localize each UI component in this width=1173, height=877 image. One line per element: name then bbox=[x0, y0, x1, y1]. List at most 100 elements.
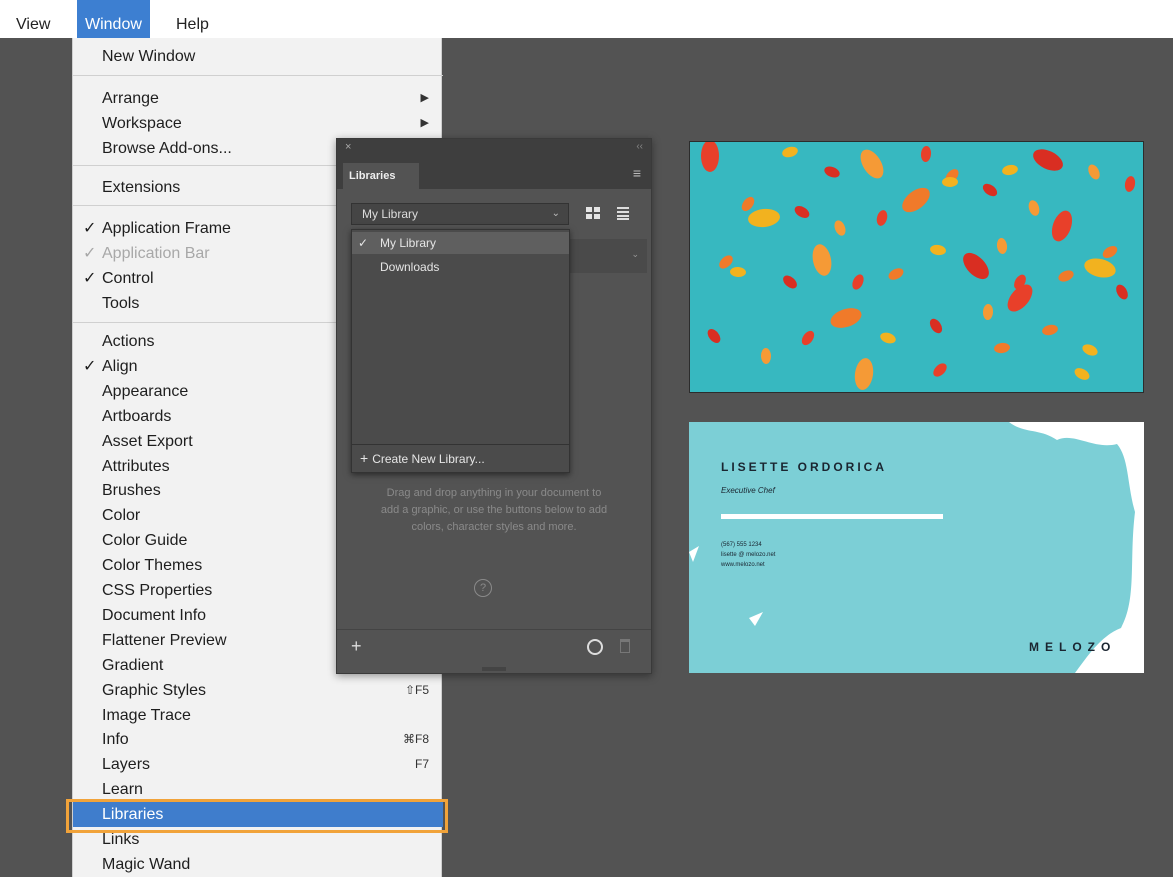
menu-item-layers[interactable]: Layers F7 bbox=[73, 752, 443, 777]
dropdown-separator bbox=[352, 444, 569, 445]
menu-item-label: Actions bbox=[102, 333, 155, 350]
menu-item-workspace[interactable]: Workspace ▶ bbox=[73, 111, 443, 136]
pepper-shape bbox=[982, 183, 998, 197]
help-icon[interactable]: ? bbox=[474, 579, 492, 597]
pepper-shape bbox=[963, 252, 989, 280]
pepper-shape bbox=[1074, 368, 1090, 380]
pepper-shape bbox=[748, 208, 780, 228]
menu-item-label: Color Guide bbox=[102, 532, 188, 550]
pepper-shape bbox=[888, 268, 904, 280]
pepper-shape bbox=[730, 266, 746, 278]
pepper-shape bbox=[1033, 149, 1063, 171]
close-icon[interactable]: × bbox=[345, 141, 351, 153]
pepper-shape bbox=[996, 238, 1008, 254]
menu-item-label: Gradient bbox=[102, 656, 164, 674]
menu-item-label: Artboards bbox=[102, 407, 172, 425]
add-content-button[interactable]: + bbox=[351, 636, 362, 657]
pepper-shape bbox=[880, 332, 896, 344]
collapse-icon[interactable]: ‹‹ bbox=[636, 141, 643, 152]
pepper-shape bbox=[933, 363, 947, 377]
menu-item-label: Color Themes bbox=[102, 557, 203, 575]
panel-menu-icon[interactable]: ≡ bbox=[633, 165, 641, 181]
pepper-shape bbox=[760, 348, 772, 364]
menu-item-label: Appearance bbox=[102, 382, 189, 400]
library-select-value: My Library bbox=[362, 207, 419, 221]
menu-item-label: Control bbox=[102, 270, 154, 287]
checkmark-icon: ✓ bbox=[358, 236, 369, 250]
pepper-shape bbox=[852, 274, 864, 290]
library-option-label: My Library bbox=[380, 236, 437, 250]
menu-item-shortcut: ⌘F8 bbox=[402, 732, 429, 747]
pepper-shape bbox=[994, 342, 1010, 354]
menu-window[interactable]: Window bbox=[77, 0, 150, 38]
create-new-library-button[interactable]: + Create New Library... bbox=[360, 448, 485, 469]
menu-item-label: Align bbox=[102, 357, 138, 375]
pepper-shape bbox=[707, 329, 721, 343]
card-divider bbox=[721, 514, 943, 519]
library-option-my-library[interactable]: ✓ My Library bbox=[352, 232, 569, 254]
creative-cloud-icon[interactable] bbox=[587, 639, 603, 655]
card-phone: (567) 555 1234 bbox=[721, 542, 762, 548]
menu-item-image-trace[interactable]: Image Trace bbox=[73, 703, 443, 728]
menu-item-label: Flattener Preview bbox=[102, 631, 227, 649]
menu-item-label: Tools bbox=[102, 295, 140, 312]
pepper-shape bbox=[1088, 164, 1100, 180]
tab-libraries[interactable]: Libraries bbox=[343, 163, 419, 189]
menu-item-magic-wand[interactable]: Magic Wand bbox=[73, 852, 443, 877]
menu-item-label: Application Frame bbox=[102, 220, 231, 237]
menu-item-label: Color bbox=[102, 507, 141, 525]
menu-item-label: Magic Wand bbox=[102, 855, 191, 873]
library-dropdown: ✓ My Library Downloads + Create New Libra… bbox=[351, 229, 570, 473]
card-role: Executive Chef bbox=[721, 486, 775, 495]
pepper-shape bbox=[782, 146, 798, 158]
pepper-shape bbox=[812, 244, 832, 276]
chevron-down-icon: ⌄ bbox=[631, 249, 639, 259]
pepper-shape bbox=[1002, 164, 1018, 176]
menu-item-label: Document Info bbox=[102, 606, 207, 624]
resize-grip[interactable] bbox=[482, 667, 506, 671]
menu-item-label: Application Bar bbox=[102, 245, 210, 262]
pepper-shape bbox=[1051, 210, 1073, 242]
pepper-shape bbox=[830, 308, 862, 328]
menu-item-label: Asset Export bbox=[102, 432, 193, 450]
pepper-shape bbox=[794, 206, 810, 218]
card-name: LISETTE ORDORICA bbox=[721, 460, 888, 474]
panel-title-bar[interactable]: × ‹‹ bbox=[337, 139, 651, 159]
library-select[interactable]: My Library ⌄ bbox=[351, 203, 569, 225]
create-new-library-label: Create New Library... bbox=[372, 452, 485, 466]
menu-item-label: CSS Properties bbox=[102, 582, 213, 599]
list-view-icon[interactable] bbox=[617, 207, 629, 220]
pepper-shape bbox=[982, 304, 994, 320]
card-brand: MELOZO bbox=[1029, 640, 1117, 654]
menu-item-label: Attributes bbox=[102, 457, 170, 475]
menu-item-label: Workspace bbox=[102, 115, 182, 132]
checkmark-icon: ✓ bbox=[83, 245, 97, 262]
library-option-downloads[interactable]: Downloads bbox=[352, 256, 569, 278]
pepper-shape bbox=[801, 330, 815, 346]
menu-item-label: Browse Add-ons... bbox=[102, 140, 232, 157]
menu-item-label: Brushes bbox=[102, 482, 161, 500]
pepper-shape bbox=[860, 149, 884, 179]
pepper-shape bbox=[920, 146, 932, 162]
menu-item-graphic-styles[interactable]: Graphic Styles ⇧F5 bbox=[73, 678, 443, 703]
pepper-shape bbox=[929, 318, 943, 334]
pepper-shape bbox=[1102, 245, 1118, 259]
menu-help[interactable]: Help bbox=[168, 0, 217, 38]
menu-item-arrange[interactable]: Arrange ▶ bbox=[73, 86, 443, 111]
pepper-shape bbox=[834, 220, 846, 236]
pepper-shape bbox=[1028, 200, 1040, 216]
pepper-shape bbox=[1058, 270, 1074, 282]
pepper-shape bbox=[1042, 324, 1058, 336]
plus-icon: + bbox=[360, 450, 369, 466]
menu-view[interactable]: View bbox=[8, 0, 58, 38]
menu-item-info[interactable]: Info ⌘F8 bbox=[73, 727, 443, 752]
pepper-shape bbox=[930, 244, 946, 256]
menu-item-shortcut: ⇧F5 bbox=[404, 682, 429, 697]
menu-item-label: Info bbox=[102, 731, 129, 749]
trash-icon[interactable] bbox=[620, 639, 630, 653]
menu-item-new-window[interactable]: New Window bbox=[73, 44, 443, 69]
menu-item-label: Arrange bbox=[102, 90, 159, 107]
grid-view-icon[interactable] bbox=[586, 207, 600, 220]
checkmark-icon: ✓ bbox=[83, 357, 97, 375]
chevron-down-icon: ⌄ bbox=[551, 208, 560, 219]
